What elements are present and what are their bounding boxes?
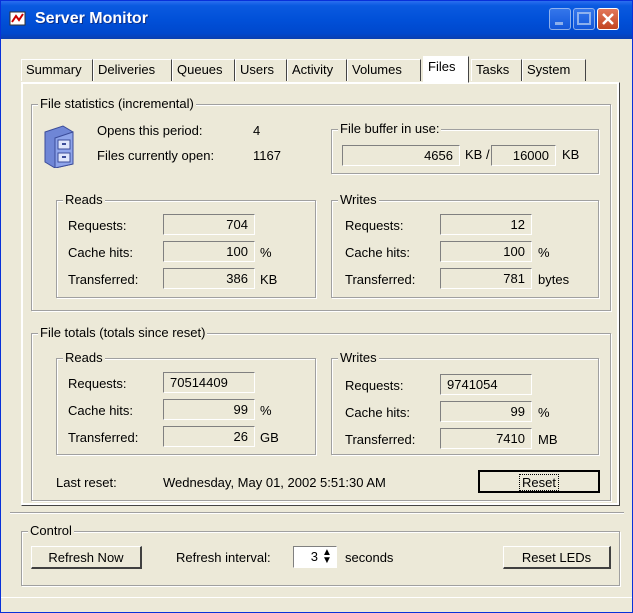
inc-reads-transferred-label: Transferred: xyxy=(68,272,139,287)
title-bar[interactable]: Server Monitor xyxy=(1,1,632,39)
inc-reads-cache-value: 100 xyxy=(163,241,255,262)
tot-reads-cache-label: Cache hits: xyxy=(68,403,134,418)
inc-writes-cache-value: 100 xyxy=(440,241,532,262)
tot-writes-requests-value: 9741054 xyxy=(440,374,532,395)
opens-period-label: Opens this period: xyxy=(97,123,203,138)
tot-reads-transferred-unit: GB xyxy=(260,430,279,445)
refresh-interval-spinner[interactable]: 3 ▲ ▼ xyxy=(293,546,337,568)
reset-leds-button[interactable]: Reset LEDs xyxy=(503,546,611,569)
tot-reads-requests-label: Requests: xyxy=(68,376,127,391)
maximize-icon xyxy=(577,12,591,25)
inc-reads-cache-label: Cache hits: xyxy=(68,245,134,260)
status-bar xyxy=(1,597,632,613)
inc-reads-requests-value: 704 xyxy=(163,214,255,235)
totals-writes-label: Writes xyxy=(338,350,379,365)
opens-period-value: 4 xyxy=(253,123,261,138)
tot-reads-requests-value: 70514409 xyxy=(163,372,255,393)
incremental-writes-label: Writes xyxy=(338,192,379,207)
tab-summary[interactable]: Summary xyxy=(21,59,93,81)
files-open-label: Files currently open: xyxy=(97,148,215,163)
close-icon xyxy=(602,13,614,25)
reset-button-label: Reset xyxy=(519,474,559,491)
buffer-total-unit: KB xyxy=(562,147,580,162)
inc-writes-transferred-label: Transferred: xyxy=(345,272,416,287)
buffer-used-unit: KB / xyxy=(465,147,490,162)
tab-tasks[interactable]: Tasks xyxy=(471,59,522,81)
buffer-used-value: 4656 xyxy=(342,145,460,166)
tot-reads-cache-unit: % xyxy=(260,403,272,418)
tab-queues[interactable]: Queues xyxy=(172,59,235,81)
buffer-total-value: 16000 xyxy=(491,145,556,166)
tot-reads-cache-value: 99 xyxy=(163,399,255,420)
inc-writes-requests-value: 12 xyxy=(440,214,532,235)
tab-activity[interactable]: Activity xyxy=(287,59,347,81)
tot-writes-requests-label: Requests: xyxy=(345,378,404,393)
totals-reads-label: Reads xyxy=(63,350,105,365)
tot-reads-transferred-value: 26 xyxy=(163,426,255,447)
tot-writes-transferred-label: Transferred: xyxy=(345,432,416,447)
refresh-now-button[interactable]: Refresh Now xyxy=(31,546,142,569)
file-totals-label: File totals (totals since reset) xyxy=(38,325,208,340)
last-reset-label: Last reset: xyxy=(56,475,117,490)
close-button[interactable] xyxy=(597,8,619,30)
tot-writes-cache-unit: % xyxy=(538,405,550,420)
inc-reads-transferred-value: 386 xyxy=(163,268,255,289)
minimize-icon xyxy=(555,22,563,25)
tot-reads-transferred-label: Transferred: xyxy=(68,430,139,445)
window-title: Server Monitor xyxy=(35,10,148,27)
files-open-value: 1167 xyxy=(253,148,281,163)
inc-reads-cache-unit: % xyxy=(260,245,272,260)
app-icon xyxy=(9,11,26,26)
inc-writes-transferred-value: 781 xyxy=(440,268,532,289)
inc-writes-requests-label: Requests: xyxy=(345,218,404,233)
spinner-arrows-icon[interactable]: ▲ ▼ xyxy=(320,548,334,566)
tab-volumes[interactable]: Volumes xyxy=(347,59,421,81)
control-label: Control xyxy=(28,523,74,538)
refresh-interval-value: 3 xyxy=(310,549,318,564)
tot-writes-cache-label: Cache hits: xyxy=(345,405,411,420)
tab-files[interactable]: Files xyxy=(423,56,469,83)
inc-writes-cache-unit: % xyxy=(538,245,550,260)
refresh-interval-label: Refresh interval: xyxy=(176,550,271,565)
refresh-interval-unit: seconds xyxy=(345,550,394,565)
tab-users[interactable]: Users xyxy=(235,59,287,81)
last-reset-value: Wednesday, May 01, 2002 5:51:30 AM xyxy=(163,475,386,490)
tot-writes-cache-value: 99 xyxy=(440,401,532,422)
inc-reads-requests-label: Requests: xyxy=(68,218,127,233)
tab-deliveries[interactable]: Deliveries xyxy=(93,59,172,81)
inc-reads-transferred-unit: KB xyxy=(260,272,278,287)
inc-writes-transferred-unit: bytes xyxy=(538,272,570,287)
file-buffer-label: File buffer in use: xyxy=(338,121,442,136)
section-divider xyxy=(10,512,624,514)
file-cabinet-icon xyxy=(44,125,74,168)
incremental-reads-label: Reads xyxy=(63,192,105,207)
tot-writes-transferred-value: 7410 xyxy=(440,428,532,449)
inc-writes-cache-label: Cache hits: xyxy=(345,245,411,260)
minimize-button[interactable] xyxy=(549,8,571,30)
tot-writes-transferred-unit: MB xyxy=(538,432,558,447)
maximize-button[interactable] xyxy=(573,8,595,30)
reset-button[interactable]: Reset xyxy=(478,470,600,493)
tab-system[interactable]: System xyxy=(522,59,586,81)
server-monitor-window: Server Monitor Summary Deliveries Queues… xyxy=(0,0,633,613)
file-statistics-label: File statistics (incremental) xyxy=(38,96,196,111)
